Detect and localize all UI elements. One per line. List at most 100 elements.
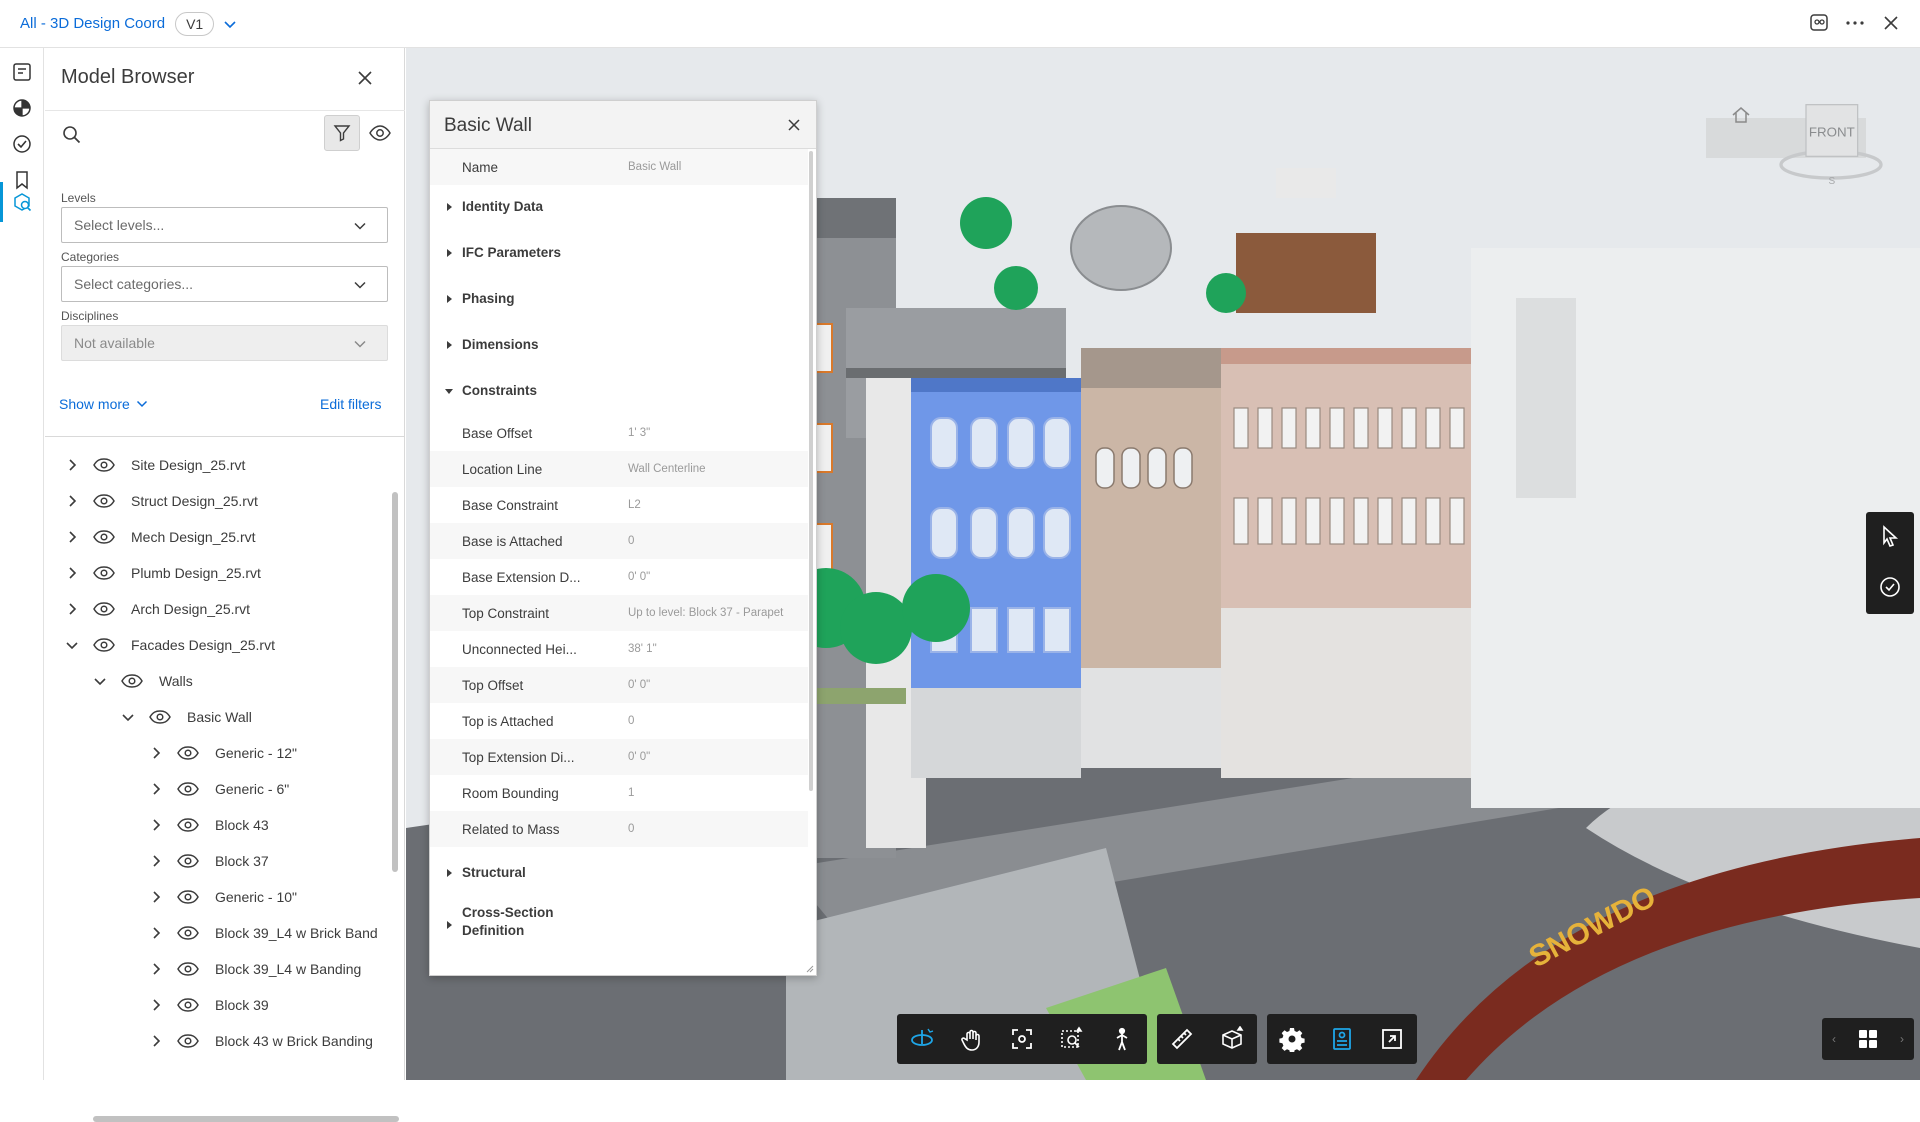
chevron-right-icon[interactable] <box>65 494 79 508</box>
chevron-down-icon[interactable] <box>222 16 238 32</box>
chevron-right-icon[interactable]: › <box>1900 1032 1904 1046</box>
settings-button[interactable] <box>1267 1014 1317 1064</box>
group-dimensions[interactable]: Dimensions <box>430 323 808 369</box>
visibility-eye-icon[interactable] <box>93 565 115 581</box>
tree-row[interactable]: Block 39_L4 w Brick Band <box>149 918 378 948</box>
fit-to-view-button[interactable] <box>997 1014 1047 1064</box>
tree-row[interactable]: Mech Design_25.rvt <box>65 522 256 552</box>
properties-scrollbar[interactable] <box>809 151 813 791</box>
chevron-right-icon[interactable] <box>149 998 163 1012</box>
visibility-eye-icon[interactable] <box>177 781 199 797</box>
chevron-down-icon[interactable] <box>121 710 135 724</box>
visibility-eye-icon[interactable] <box>177 745 199 761</box>
tree-row[interactable]: Block 43 <box>149 810 269 840</box>
group-cross-section-definition[interactable]: Cross-Section Definition <box>430 897 808 953</box>
vertical-scrollbar[interactable] <box>392 492 398 872</box>
visibility-eye-icon[interactable] <box>177 817 199 833</box>
project-title[interactable]: All - 3D Design Coord <box>20 15 165 32</box>
visibility-eye-icon[interactable] <box>177 1033 199 1049</box>
visibility-eye-icon[interactable] <box>149 709 171 725</box>
chevron-right-icon[interactable] <box>65 530 79 544</box>
visibility-eye-icon[interactable] <box>177 889 199 905</box>
section-box-button[interactable] <box>1207 1014 1257 1064</box>
levels-select[interactable]: Select levels... <box>61 207 388 243</box>
model-browser-icon[interactable] <box>8 188 36 216</box>
visibility-eye-icon[interactable] <box>177 925 199 941</box>
view-switcher[interactable]: ‹ › <box>1822 1018 1914 1060</box>
group-ifc-parameters[interactable]: IFC Parameters <box>430 231 808 277</box>
chevron-right-icon[interactable] <box>149 962 163 976</box>
group-identity-data[interactable]: Identity Data <box>430 185 808 231</box>
tree-row[interactable]: Struct Design_25.rvt <box>65 486 258 516</box>
tree-row[interactable]: Generic - 12" <box>149 738 297 768</box>
chevron-right-icon[interactable] <box>65 458 79 472</box>
tree-row[interactable]: Site Design_25.rvt <box>65 450 245 480</box>
chevron-right-icon[interactable] <box>149 854 163 868</box>
visibility-eye-icon[interactable] <box>121 673 143 689</box>
visibility-eye-icon[interactable] <box>177 853 199 869</box>
chevron-right-icon[interactable] <box>65 566 79 580</box>
view-cube-face-label: FRONT <box>1809 124 1855 139</box>
issues-icon[interactable] <box>8 130 36 158</box>
chevron-left-icon[interactable]: ‹ <box>1832 1032 1836 1046</box>
tree-row[interactable]: Block 39 <box>149 990 269 1020</box>
tree-row[interactable]: Block 39_L4 w Banding <box>149 954 361 984</box>
tree-row[interactable]: Walls <box>93 666 193 696</box>
close-icon[interactable] <box>355 68 375 88</box>
search-icon[interactable] <box>61 124 83 146</box>
show-more-link[interactable]: Show more <box>59 396 148 412</box>
chevron-right-icon[interactable] <box>149 1034 163 1048</box>
group-constraints[interactable]: Constraints <box>430 369 808 415</box>
zoom-window-button[interactable] <box>1047 1014 1097 1064</box>
fullscreen-button[interactable] <box>1367 1014 1417 1064</box>
more-options-icon[interactable] <box>1844 12 1866 34</box>
tree-row[interactable]: Plumb Design_25.rvt <box>65 558 261 588</box>
group-phasing[interactable]: Phasing <box>430 277 808 323</box>
measure-button[interactable] <box>1157 1014 1207 1064</box>
issue-button[interactable] <box>1866 562 1914 612</box>
close-viewer-icon[interactable] <box>1880 12 1902 34</box>
select-button[interactable] <box>1866 512 1914 562</box>
visibility-eye-icon[interactable] <box>368 122 392 144</box>
visibility-eye-icon[interactable] <box>177 961 199 977</box>
close-icon[interactable] <box>786 117 802 133</box>
tree-row[interactable]: Generic - 6" <box>149 774 289 804</box>
first-person-button[interactable] <box>1097 1014 1147 1064</box>
chevron-down-icon[interactable] <box>93 674 107 688</box>
tree-row[interactable]: Generic - 10" <box>149 882 297 912</box>
view-cube-compass-label: S <box>1828 176 1835 187</box>
chevron-right-icon[interactable] <box>149 818 163 832</box>
group-structural[interactable]: Structural <box>430 851 808 897</box>
model-properties-button[interactable] <box>1317 1014 1367 1064</box>
chevron-right-icon[interactable] <box>149 926 163 940</box>
horizontal-scrollbar[interactable] <box>93 1116 399 1122</box>
pan-button[interactable] <box>947 1014 997 1064</box>
visibility-eye-icon[interactable] <box>93 637 115 653</box>
visibility-eye-icon[interactable] <box>177 997 199 1013</box>
tree-row[interactable]: Block 37 <box>149 846 269 876</box>
view-cube[interactable]: FRONT S <box>1766 88 1896 188</box>
version-badge[interactable]: V1 <box>175 11 215 36</box>
visibility-eye-icon[interactable] <box>93 529 115 545</box>
model-icon[interactable] <box>8 94 36 122</box>
tree-row[interactable]: Basic Wall <box>121 702 252 732</box>
chevron-right-icon[interactable] <box>149 890 163 904</box>
chevron-right-icon[interactable] <box>65 602 79 616</box>
filter-button[interactable] <box>324 115 360 151</box>
visibility-eye-icon[interactable] <box>93 457 115 473</box>
chevron-down-icon[interactable] <box>65 638 79 652</box>
visibility-eye-icon[interactable] <box>93 493 115 509</box>
categories-select[interactable]: Select categories... <box>61 266 388 302</box>
chevron-right-icon[interactable] <box>149 746 163 760</box>
sheets-icon[interactable] <box>8 58 36 86</box>
tree-row[interactable]: Facades Design_25.rvt <box>65 630 275 660</box>
visibility-eye-icon[interactable] <box>93 601 115 617</box>
chevron-right-icon[interactable] <box>149 782 163 796</box>
tree-row[interactable]: Block 43 w Brick Banding <box>149 1026 373 1056</box>
orbit-button[interactable] <box>897 1014 947 1064</box>
home-view-icon[interactable] <box>1730 104 1752 126</box>
resize-handle-icon[interactable] <box>804 963 814 973</box>
collaborate-icon[interactable] <box>1808 12 1830 34</box>
edit-filters-link[interactable]: Edit filters <box>320 396 381 412</box>
tree-row[interactable]: Arch Design_25.rvt <box>65 594 250 624</box>
